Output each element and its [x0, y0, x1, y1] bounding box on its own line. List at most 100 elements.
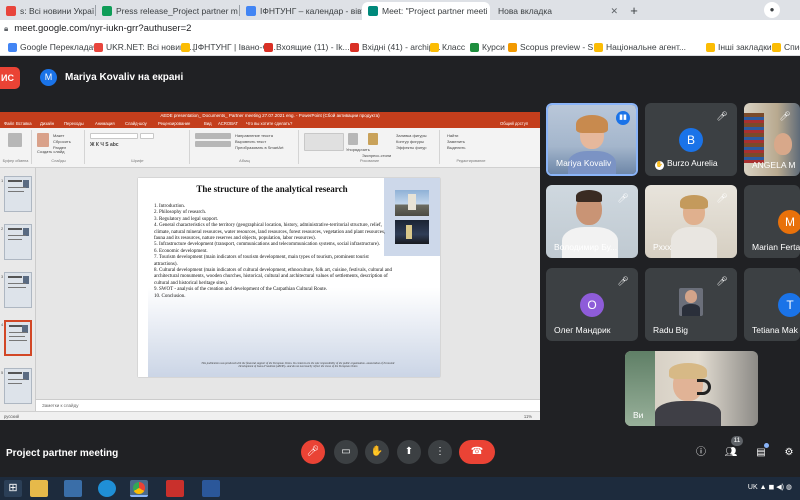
bookmark-other[interactable]: Інші закладки	[706, 40, 772, 54]
bookmark-inbox-1[interactable]: Вхоящие (11) - Ik...	[264, 40, 350, 54]
slide-thumbnail[interactable]	[4, 368, 32, 404]
more-options-button[interactable]: ⋮	[428, 440, 452, 464]
participant-tile-burzo-aurelia[interactable]: B 🎤︎ ✋ Burzo Aurelia	[645, 103, 737, 176]
font-size-field[interactable]	[140, 133, 154, 139]
slide-thumbnail[interactable]	[4, 176, 32, 212]
browser-tab-new[interactable]: Нова вкладка ✕	[492, 2, 624, 20]
browser-tab-press-release[interactable]: Press release_Project partner m ✕	[96, 2, 238, 20]
slide-thumbnail-selected[interactable]	[4, 320, 32, 356]
quick-styles-button[interactable]: Экспресс-стили	[362, 153, 391, 158]
ribbon-share[interactable]: Общий доступ	[500, 121, 528, 126]
ribbon-tell-me[interactable]: Что вы хотите сделать?	[246, 121, 292, 126]
bookmark-label: Вхідні (41) - archip...	[362, 42, 441, 52]
bookmark-inbox-2[interactable]: Вхідні (41) - archip...	[350, 40, 441, 54]
ribbon-tab-insert[interactable]: Вставка	[16, 121, 32, 126]
end-call-button[interactable]: ☎	[459, 440, 495, 464]
participant-tile-pxxx[interactable]: 🎤︎ Pxxx	[645, 185, 737, 258]
slide-thumbnail[interactable]	[4, 224, 32, 260]
bookmark-courses[interactable]: Курси	[470, 40, 505, 54]
ribbon-tab-file[interactable]: Файл	[4, 121, 14, 126]
chat-button[interactable]: ▤	[754, 446, 768, 460]
slide-thumbnail[interactable]	[4, 272, 32, 308]
archive-app-icon[interactable]	[64, 480, 82, 497]
arrange-icon[interactable]	[348, 133, 358, 145]
participant-tile-tetiana[interactable]: T Tetiana Mak	[744, 268, 800, 341]
notes-pane[interactable]: Заметки к слайду	[36, 399, 540, 411]
ribbon-tab-animation[interactable]: Анимация	[95, 121, 115, 126]
ribbon-tab-view[interactable]: Вид	[204, 121, 212, 126]
camera-toggle-button[interactable]: ▭	[334, 440, 358, 464]
ribbon-tab-design[interactable]: Дизайн	[40, 121, 54, 126]
new-tab-button[interactable]: +	[626, 3, 642, 19]
participant-tile-marian-ferta[interactable]: M Marian Ferta	[744, 185, 800, 258]
participant-tile-volodymyr[interactable]: 🎤︎ Володимир Бу...	[546, 185, 638, 258]
participant-tile-mariya-kovaliv[interactable]: ▮▮ Mariya Kovaliv	[546, 103, 638, 176]
list-icons[interactable]	[195, 133, 231, 139]
bookmark-google-translate[interactable]: Google Перекладач	[8, 40, 98, 54]
address-bar[interactable]: 🔒︎ meet.google.com/nyr-iukn-grr?authuser=…	[4, 22, 764, 36]
people-button[interactable]: 👥︎	[724, 446, 738, 460]
replace-button[interactable]: Заменить	[447, 139, 465, 144]
self-view-tile[interactable]: Ви	[625, 351, 758, 426]
chrome-browser-icon[interactable]	[130, 480, 148, 497]
browser-tab-ukrnet[interactable]: ѕ: Всі новини України, о ✕	[0, 2, 94, 20]
zoom-level[interactable]: 11%	[524, 412, 532, 420]
thumb-number: 2	[1, 226, 4, 231]
bookmark-ifntung[interactable]: [ІФНТУНГ | Івано-Ф...	[181, 40, 276, 54]
mic-toggle-button[interactable]: 🎤︎	[301, 440, 325, 464]
bold-italic-underline-icons[interactable]: Ж К Ч S abc	[90, 142, 119, 148]
align-icons[interactable]	[195, 141, 231, 147]
ribbon-tab-slideshow[interactable]: Слайд-шоу	[125, 121, 147, 126]
ribbon-tab-acrobat[interactable]: ACROBAT	[218, 121, 238, 126]
meeting-details-button[interactable]: ⓘ	[694, 446, 708, 460]
shape-fill-button[interactable]: Заливка фигуры	[396, 133, 427, 138]
select-button[interactable]: Выделить	[447, 145, 465, 150]
participant-tile-radu-big[interactable]: 🎤︎ Radu Big	[645, 268, 737, 341]
browser-tab-calendar[interactable]: ІФНТУНГ – календар - вівторо ✕	[240, 2, 362, 20]
shape-outline-button[interactable]: Контур фигуры	[396, 139, 424, 144]
slide-item: 10. Conclusion.	[154, 293, 186, 299]
stop-presenting-button[interactable]: ИС	[0, 67, 20, 89]
font-name-field[interactable]	[90, 133, 138, 139]
participant-tile-oleh-mandryk[interactable]: O 🎤︎ Олег Мандрик	[546, 268, 638, 341]
word-icon[interactable]	[202, 480, 220, 497]
smartart-button[interactable]: Преобразовать в SmartArt	[235, 145, 284, 150]
windows-start-icon[interactable]: ⊞	[4, 480, 22, 497]
participant-tile-angela[interactable]: 🎤︎ ANGELA M	[744, 103, 800, 176]
shape-effects-button[interactable]: Эффекты фигур	[396, 145, 426, 150]
bookmark-class[interactable]: Класс	[430, 40, 465, 54]
find-button[interactable]: Найти	[447, 133, 458, 138]
text-direction-button[interactable]: Направление текста	[235, 133, 273, 138]
system-tray[interactable]: UK ▲ ◼ ◀) ◍	[748, 483, 792, 491]
gmail-icon	[264, 42, 273, 52]
present-now-button[interactable]: ⬆	[397, 440, 421, 464]
shapes-gallery[interactable]	[304, 133, 344, 151]
bookmark-national-agency[interactable]: Національне агент...	[594, 40, 686, 54]
close-icon[interactable]: ✕	[606, 6, 618, 17]
ribbon-group-font: Ж К Ч S abc Шрифт	[86, 130, 190, 164]
section-button[interactable]: Раздел	[53, 145, 66, 150]
new-slide-icon[interactable]	[37, 133, 49, 147]
mic-off-icon: 🎤︎	[617, 276, 629, 286]
antivirus-icon[interactable]	[166, 480, 184, 497]
layout-button[interactable]: Макет	[53, 133, 64, 138]
paste-icon[interactable]	[8, 133, 22, 147]
ppt-window-title: AEDE presentation_ Documents_ Partner me…	[0, 112, 540, 120]
current-slide[interactable]: The structure of the analytical research…	[138, 178, 440, 377]
activities-button[interactable]: ⚙	[782, 446, 796, 460]
tab-search-icon[interactable]: ●	[764, 2, 780, 18]
mic-off-icon: 🎤︎	[306, 446, 320, 457]
ribbon-tab-transitions[interactable]: Переходы	[64, 121, 84, 126]
bookmark-list[interactable]: Спис	[772, 40, 800, 54]
bookmark-scopus[interactable]: Scopus preview - S...	[508, 40, 600, 54]
file-explorer-icon[interactable]	[30, 480, 48, 497]
ribbon-tab-review[interactable]: Рецензирование	[158, 121, 190, 126]
align-text-button[interactable]: Выровнять текст	[235, 139, 266, 144]
browser-tab-meet[interactable]: Meet: "Project partner meeti ✕	[362, 2, 490, 20]
raise-hand-button[interactable]: ✋	[365, 440, 389, 464]
quick-styles-icon[interactable]	[368, 133, 378, 145]
reset-button[interactable]: Сбросить	[53, 139, 71, 144]
ukrnet-favicon-icon	[6, 6, 16, 16]
arrange-button[interactable]: Упорядочить	[346, 147, 370, 152]
edge-browser-icon[interactable]	[98, 480, 116, 497]
